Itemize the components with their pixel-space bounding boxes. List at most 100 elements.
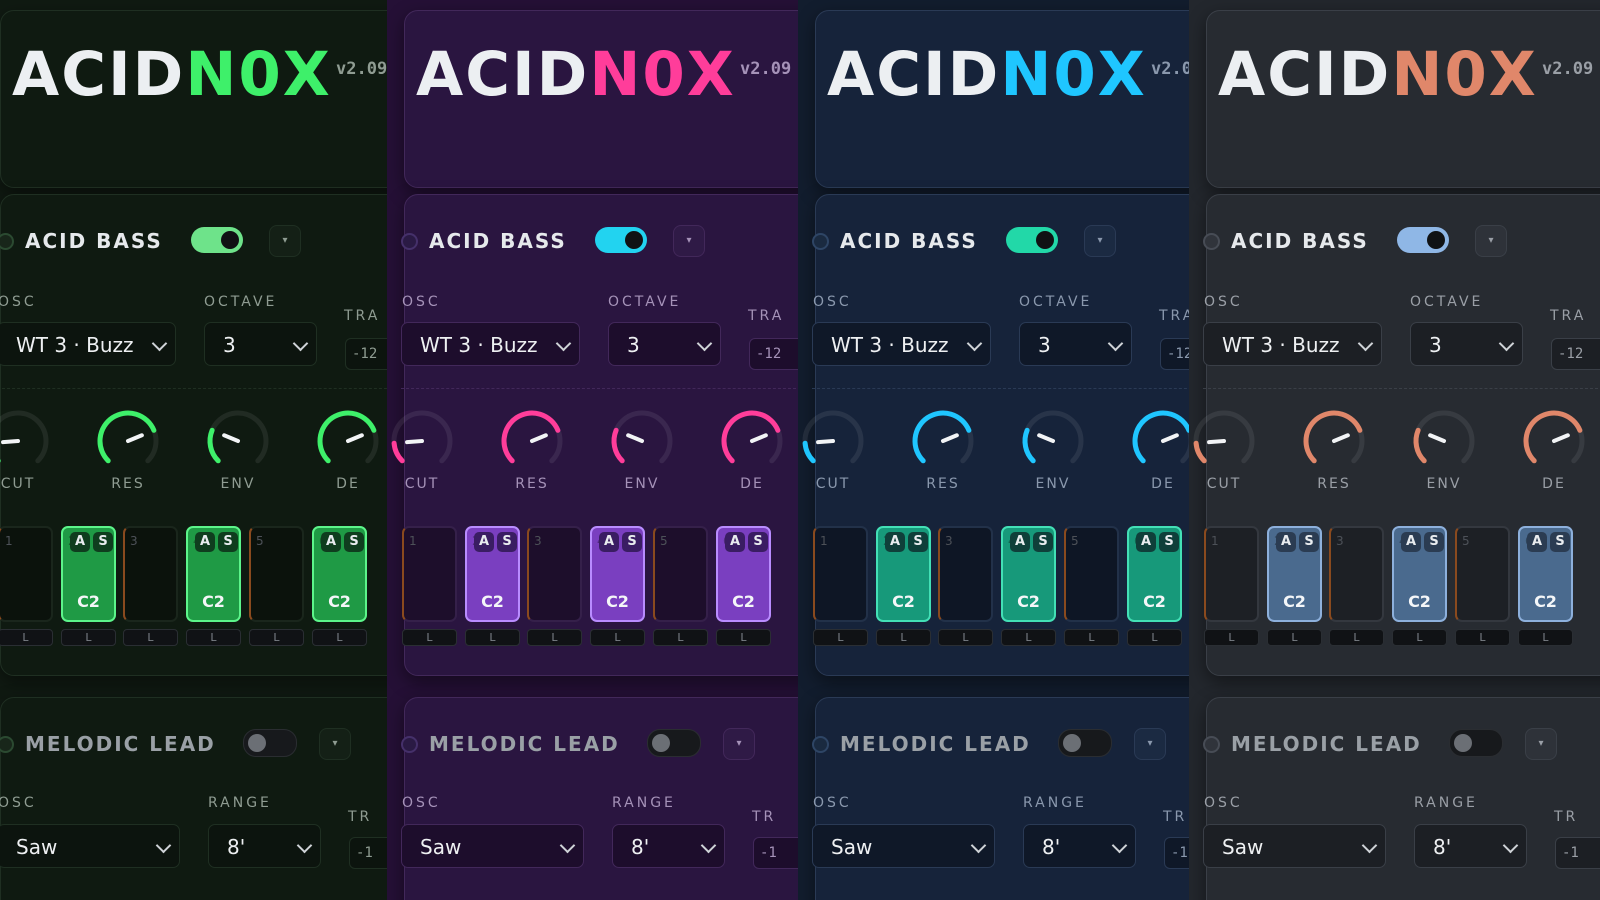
range-select[interactable]: 8' [1414, 824, 1527, 868]
sequencer-step[interactable]: 3 [1329, 526, 1384, 622]
length-button[interactable]: L [716, 629, 771, 646]
sequencer-step[interactable]: 2ASC2 [465, 526, 520, 622]
knob-res[interactable] [1302, 409, 1366, 473]
acid-bass-power-toggle[interactable] [595, 227, 647, 253]
length-button[interactable]: L [1267, 629, 1322, 646]
knob-de[interactable] [720, 409, 784, 473]
chevron-down-icon[interactable]: ▾ [1134, 728, 1166, 760]
sequencer-step[interactable]: 5 [249, 526, 304, 622]
accent-button[interactable]: A [885, 532, 905, 552]
sequencer-step[interactable]: 4ASC2 [1392, 526, 1447, 622]
length-button[interactable]: L [876, 629, 931, 646]
sequencer-step[interactable]: 5 [653, 526, 708, 622]
slide-button[interactable]: S [344, 532, 364, 552]
sequencer-step[interactable]: 2ASC2 [61, 526, 116, 622]
length-button[interactable]: L [1518, 629, 1573, 646]
accent-button[interactable]: A [1276, 532, 1296, 552]
slide-button[interactable]: S [1550, 532, 1570, 552]
length-button[interactable]: L [813, 629, 868, 646]
transpose-field[interactable]: -1 [1555, 837, 1600, 869]
knob-env[interactable] [1412, 409, 1476, 473]
sequencer-step[interactable]: 1 [402, 526, 457, 622]
length-button[interactable]: L [186, 629, 241, 646]
length-button[interactable]: L [1064, 629, 1119, 646]
sequencer-step[interactable]: 3 [527, 526, 582, 622]
acid-bass-power-toggle[interactable] [1006, 227, 1058, 253]
transpose-field[interactable]: -1 [1164, 837, 1189, 869]
sequencer-step[interactable]: 4ASC2 [590, 526, 645, 622]
osc-select[interactable]: Saw [0, 824, 180, 868]
length-button[interactable]: L [1329, 629, 1384, 646]
melodic-lead-power-toggle[interactable] [1449, 729, 1503, 757]
melodic-lead-power-toggle[interactable] [243, 729, 297, 757]
knob-de[interactable] [1131, 409, 1189, 473]
knob-env[interactable] [1021, 409, 1085, 473]
accent-button[interactable]: A [321, 532, 341, 552]
range-select[interactable]: 8' [208, 824, 321, 868]
slide-button[interactable]: S [93, 532, 113, 552]
knob-res[interactable] [500, 409, 564, 473]
acid-bass-power-toggle[interactable] [191, 227, 243, 253]
transpose-field[interactable]: -12 [749, 338, 798, 370]
accent-button[interactable]: A [70, 532, 90, 552]
osc-select[interactable]: WT 3 · Buzz [1203, 322, 1382, 366]
length-button[interactable]: L [1001, 629, 1056, 646]
knob-env[interactable] [610, 409, 674, 473]
sequencer-step[interactable]: 4ASC2 [186, 526, 241, 622]
melodic-lead-power-toggle[interactable] [1058, 729, 1112, 757]
sequencer-step[interactable]: 5 [1455, 526, 1510, 622]
knob-cut[interactable] [0, 409, 50, 473]
length-button[interactable]: L [465, 629, 520, 646]
octave-select[interactable]: 3 [204, 322, 317, 366]
slide-button[interactable]: S [497, 532, 517, 552]
sequencer-step[interactable]: 6ASC2 [1518, 526, 1573, 622]
accent-button[interactable]: A [474, 532, 494, 552]
chevron-down-icon[interactable]: ▾ [723, 728, 755, 760]
knob-cut[interactable] [801, 409, 865, 473]
sequencer-step[interactable]: 2ASC2 [1267, 526, 1322, 622]
slide-button[interactable]: S [1159, 532, 1179, 552]
acid-bass-power-toggle[interactable] [1397, 227, 1449, 253]
sequencer-step[interactable]: 5 [1064, 526, 1119, 622]
octave-select[interactable]: 3 [1019, 322, 1132, 366]
transpose-field[interactable]: -12 [345, 338, 387, 370]
osc-select[interactable]: WT 3 · Buzz [401, 322, 580, 366]
length-button[interactable]: L [312, 629, 367, 646]
slide-button[interactable]: S [1424, 532, 1444, 552]
osc-select[interactable]: Saw [401, 824, 584, 868]
melodic-lead-power-toggle[interactable] [647, 729, 701, 757]
sequencer-step[interactable]: 1 [813, 526, 868, 622]
length-button[interactable]: L [1204, 629, 1259, 646]
length-button[interactable]: L [0, 629, 53, 646]
range-select[interactable]: 8' [612, 824, 725, 868]
sequencer-step[interactable]: 6ASC2 [716, 526, 771, 622]
sequencer-step[interactable]: 3 [123, 526, 178, 622]
knob-res[interactable] [96, 409, 160, 473]
sequencer-step[interactable]: 3 [938, 526, 993, 622]
slide-button[interactable]: S [1033, 532, 1053, 552]
length-button[interactable]: L [1127, 629, 1182, 646]
octave-select[interactable]: 3 [1410, 322, 1523, 366]
sequencer-step[interactable]: 2ASC2 [876, 526, 931, 622]
sequencer-step[interactable]: 4ASC2 [1001, 526, 1056, 622]
sequencer-step[interactable]: 6ASC2 [312, 526, 367, 622]
slide-button[interactable]: S [908, 532, 928, 552]
accent-button[interactable]: A [599, 532, 619, 552]
transpose-field[interactable]: -12 [1160, 338, 1189, 370]
sequencer-step[interactable]: 1 [0, 526, 53, 622]
osc-select[interactable]: WT 3 · Buzz [0, 322, 176, 366]
accent-button[interactable]: A [1527, 532, 1547, 552]
accent-button[interactable]: A [1136, 532, 1156, 552]
length-button[interactable]: L [249, 629, 304, 646]
slide-button[interactable]: S [748, 532, 768, 552]
accent-button[interactable]: A [1010, 532, 1030, 552]
accent-button[interactable]: A [725, 532, 745, 552]
length-button[interactable]: L [123, 629, 178, 646]
accent-button[interactable]: A [1401, 532, 1421, 552]
osc-select[interactable]: Saw [1203, 824, 1386, 868]
knob-cut[interactable] [1192, 409, 1256, 473]
length-button[interactable]: L [653, 629, 708, 646]
chevron-down-icon[interactable]: ▾ [319, 728, 351, 760]
transpose-field[interactable]: -1 [349, 837, 387, 869]
chevron-down-icon[interactable]: ▾ [1525, 728, 1557, 760]
